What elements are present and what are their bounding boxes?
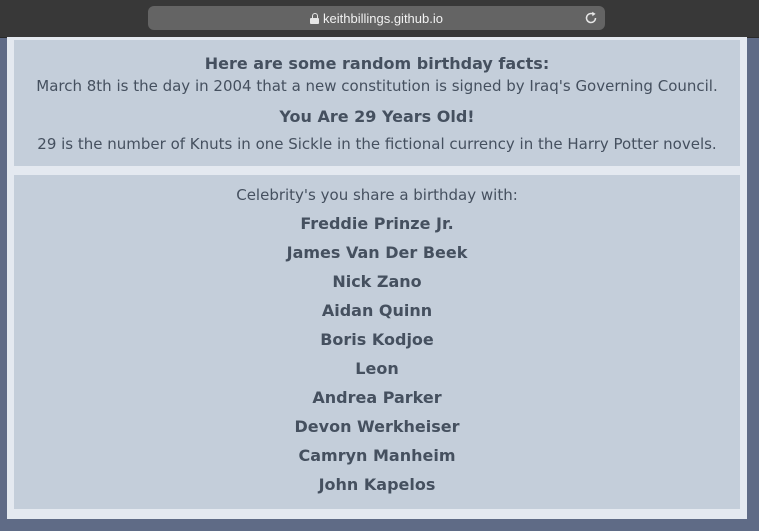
reload-icon[interactable] xyxy=(583,10,599,26)
celebrity-name: Camryn Manheim xyxy=(298,446,456,465)
birthday-facts-panel: Here are some random birthday facts: Mar… xyxy=(14,40,740,166)
date-fact: March 8th is the day in 2004 that a new … xyxy=(36,77,718,95)
address-bar-content: keithbillings.github.io xyxy=(310,11,443,26)
number-fact: 29 is the number of Knuts in one Sickle … xyxy=(37,135,717,153)
celebrity-name: James Van Der Beek xyxy=(286,243,468,262)
celebrity-list: Freddie Prinze Jr. James Van Der Beek Ni… xyxy=(14,214,740,504)
celebrity-name: John Kapelos xyxy=(318,475,436,494)
address-bar-url[interactable]: keithbillings.github.io xyxy=(323,11,443,26)
celebrity-name: Freddie Prinze Jr. xyxy=(300,214,454,233)
address-bar[interactable]: keithbillings.github.io xyxy=(148,6,605,30)
celebrity-name: Nick Zano xyxy=(332,272,422,291)
celebrity-name: Devon Werkheiser xyxy=(294,417,460,436)
celebrity-name: Boris Kodjoe xyxy=(320,330,434,349)
age-text: You Are 29 Years Old! xyxy=(279,107,475,126)
celebrities-heading: Celebrity's you share a birthday with: xyxy=(236,186,518,204)
celebrity-name: Aidan Quinn xyxy=(321,301,433,320)
browser-toolbar: keithbillings.github.io xyxy=(0,0,759,38)
facts-heading: Here are some random birthday facts: xyxy=(204,54,550,73)
celebrities-panel: Celebrity's you share a birthday with: F… xyxy=(14,175,740,509)
lock-icon xyxy=(310,12,320,24)
celebrity-name: Leon xyxy=(355,359,399,378)
page-content: Here are some random birthday facts: Mar… xyxy=(7,37,747,519)
celebrity-name: Andrea Parker xyxy=(312,388,442,407)
